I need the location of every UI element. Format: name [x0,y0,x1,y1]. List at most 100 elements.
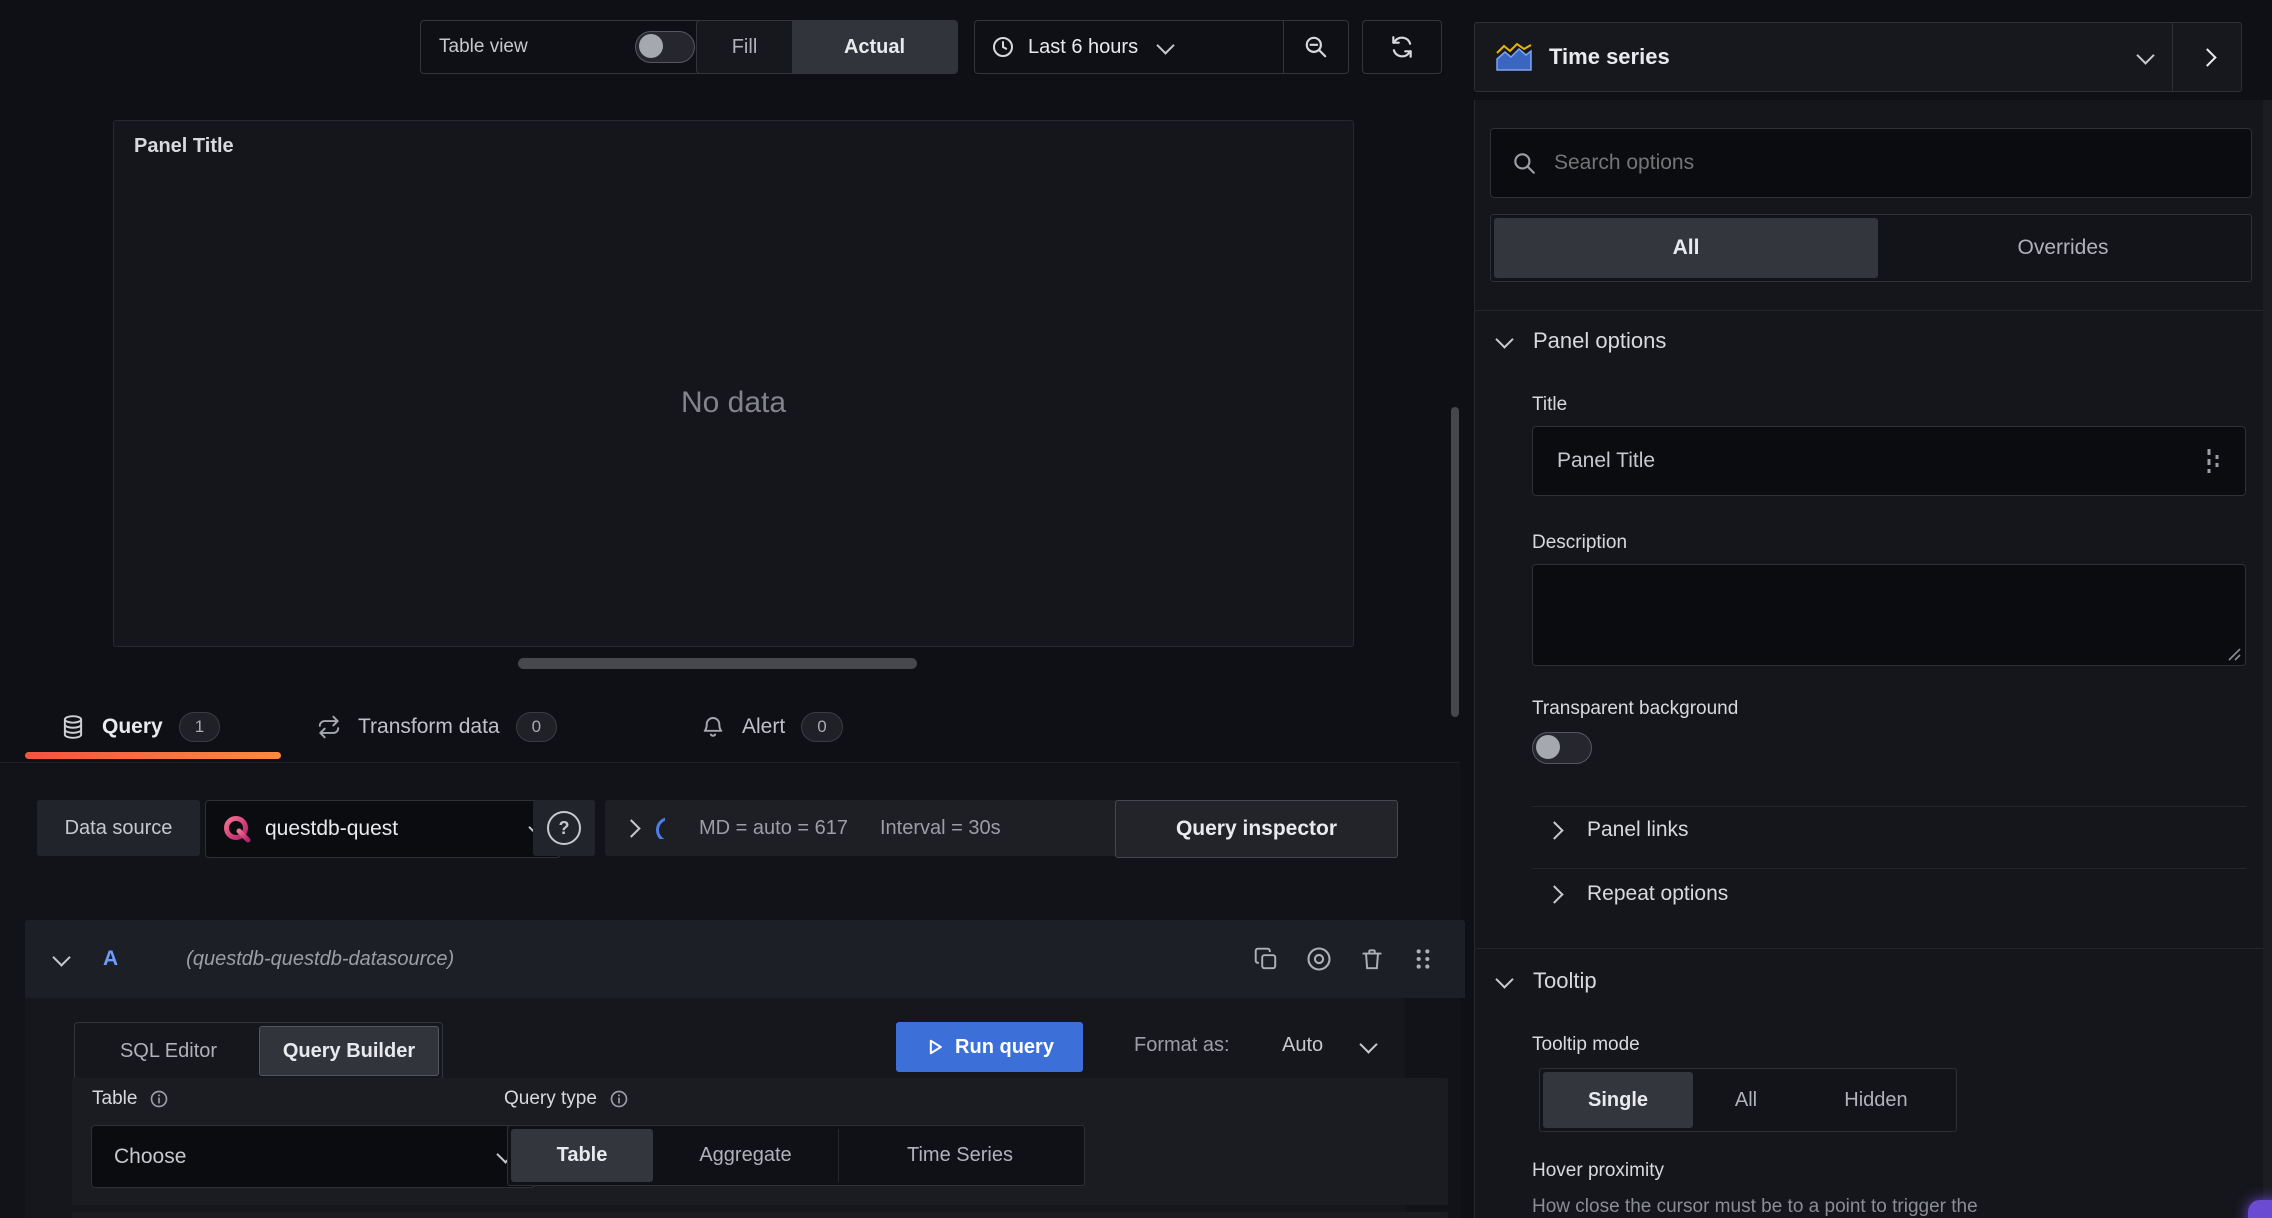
description-field[interactable] [1532,564,2246,666]
tab-transform-count: 0 [515,712,558,742]
time-range-label: Last 6 hours [1028,35,1139,58]
search-icon [1514,153,1535,174]
query-type-time-series[interactable]: Time Series [839,1129,1081,1182]
vertical-scrollbar[interactable] [1451,407,1459,717]
fill-actual-switch: Fill Actual [696,20,958,74]
fill-option[interactable]: Fill [697,21,792,73]
format-as-value[interactable]: Auto [1282,1034,1323,1057]
query-type-aggregate[interactable]: Aggregate [653,1129,839,1182]
tooltip-mode-all[interactable]: All [1693,1072,1799,1128]
repeat-options-header[interactable]: Repeat options [1545,882,1729,906]
tooltip-mode-switch: Single All Hidden [1539,1068,1957,1132]
datasource-label: Data source [37,800,200,856]
tab-alert[interactable]: Alert 0 [700,700,843,754]
resize-handle-icon[interactable] [2227,647,2241,661]
visualization-name: Time series [1549,44,1670,69]
format-as-label: Format as: [1134,1034,1230,1056]
query-row-header[interactable]: A (questdb-questdb-datasource) [25,920,1465,998]
panel-title-field[interactable] [1532,426,2246,496]
datasource-picker[interactable]: questdb-quest [205,800,561,858]
panel-options-header[interactable]: Panel options [1495,328,1667,354]
chevron-down-icon [1156,35,1175,55]
tab-query[interactable]: Query 1 [60,700,221,754]
table-select[interactable]: Choose [91,1125,535,1188]
divider [1532,868,2246,869]
query-inspector-label: Query inspector [1175,817,1338,840]
no-data-message: No data [680,386,787,419]
panel-links-header[interactable]: Panel links [1545,818,1689,842]
transform-icon [318,715,340,739]
sql-editor-option[interactable]: SQL Editor [78,1026,259,1076]
chevron-down-icon [1495,329,1514,349]
help-bubble-corner[interactable] [2248,1200,2272,1218]
query-type-table[interactable]: Table [511,1129,653,1182]
bell-icon [703,717,723,737]
chevron-down-icon [1495,969,1514,989]
panel-preview-title: Panel Title [134,135,234,157]
table-view-label: Table view [439,36,528,57]
table-field-label-row: Table [92,1088,169,1110]
duplicate-icon[interactable] [1253,946,1279,972]
tab-query-count: 1 [178,712,221,742]
run-query-button[interactable]: Run query [896,1022,1083,1072]
panel-preview: Panel Title No data [113,120,1354,647]
query-type-switch: Table Aggregate Time Series [507,1125,1085,1186]
query-builder-option[interactable]: Query Builder [259,1026,439,1076]
divider [1475,948,2272,949]
search-options-box[interactable] [1490,128,2252,198]
chevron-down-icon [2136,45,2155,65]
zoom-out-button[interactable] [1284,21,1348,73]
suggestions-icon[interactable] [2203,447,2223,475]
table-view-control: Table view [420,20,714,74]
options-pane-scrollbar[interactable] [2263,100,2272,1218]
search-options-input[interactable] [1552,150,2231,176]
info-icon [151,1090,168,1108]
toggle-knob [1536,735,1560,759]
query-options-collapsed[interactable]: MD = auto = 617 Interval = 30s [605,800,1147,856]
table-view-toggle[interactable] [635,31,695,63]
title-field-label: Title [1532,394,1568,415]
options-tab-overrides[interactable]: Overrides [1878,218,2248,278]
interval-summary: Interval = 30s [879,816,1001,839]
tab-query-label: Query [102,715,163,738]
query-type-label: Query type [504,1088,597,1109]
tooltip-section-header[interactable]: Tooltip [1495,968,1597,994]
tab-transform[interactable]: Transform data 0 [316,700,558,754]
options-tab-all[interactable]: All [1494,218,1878,278]
toggle-knob [639,34,663,58]
tooltip-mode-hidden[interactable]: Hidden [1799,1072,1953,1128]
question-icon: ? [547,811,581,845]
play-icon [929,1039,942,1055]
table-field-label: Table [92,1088,138,1109]
info-icon [610,1090,628,1108]
query-ref-id: A [103,947,119,970]
collapse-chevron-icon [52,947,71,967]
panel-options-title: Panel options [1533,328,1667,353]
editor-mode-switch: SQL Editor Query Builder [74,1022,443,1080]
actual-option[interactable]: Actual [792,21,957,73]
datasource-help-button[interactable]: ? [533,800,595,856]
repeat-options-label: Repeat options [1587,882,1729,905]
refresh-button[interactable] [1362,20,1442,74]
tab-alert-count: 0 [801,712,843,742]
panel-title-input[interactable] [1555,448,2203,474]
drag-handle-icon[interactable] [1411,946,1435,972]
time-range-button[interactable]: Last 6 hours [975,21,1283,73]
divider [1475,310,2272,311]
collapse-pane-button[interactable] [2173,23,2241,91]
description-textarea[interactable] [1533,565,2245,665]
max-datapoints-summary: MD = auto = 617 [699,816,848,839]
transparent-background-toggle[interactable] [1532,732,1592,764]
visualization-select[interactable]: Time series [1475,23,2172,91]
horizontal-scrollbar[interactable] [518,658,917,669]
trash-icon[interactable] [1359,946,1385,972]
hover-proximity-label: Hover proximity [1532,1160,1664,1181]
spinner-icon [656,817,665,839]
tab-transform-label: Transform data [358,715,500,738]
time-picker: Last 6 hours [974,20,1349,74]
hide-response-eye-icon[interactable] [1305,945,1333,973]
transparent-background-label: Transparent background [1532,698,1739,719]
divider [1532,806,2246,807]
query-inspector-button[interactable]: Query inspector [1115,800,1398,858]
tooltip-mode-single[interactable]: Single [1543,1072,1693,1128]
